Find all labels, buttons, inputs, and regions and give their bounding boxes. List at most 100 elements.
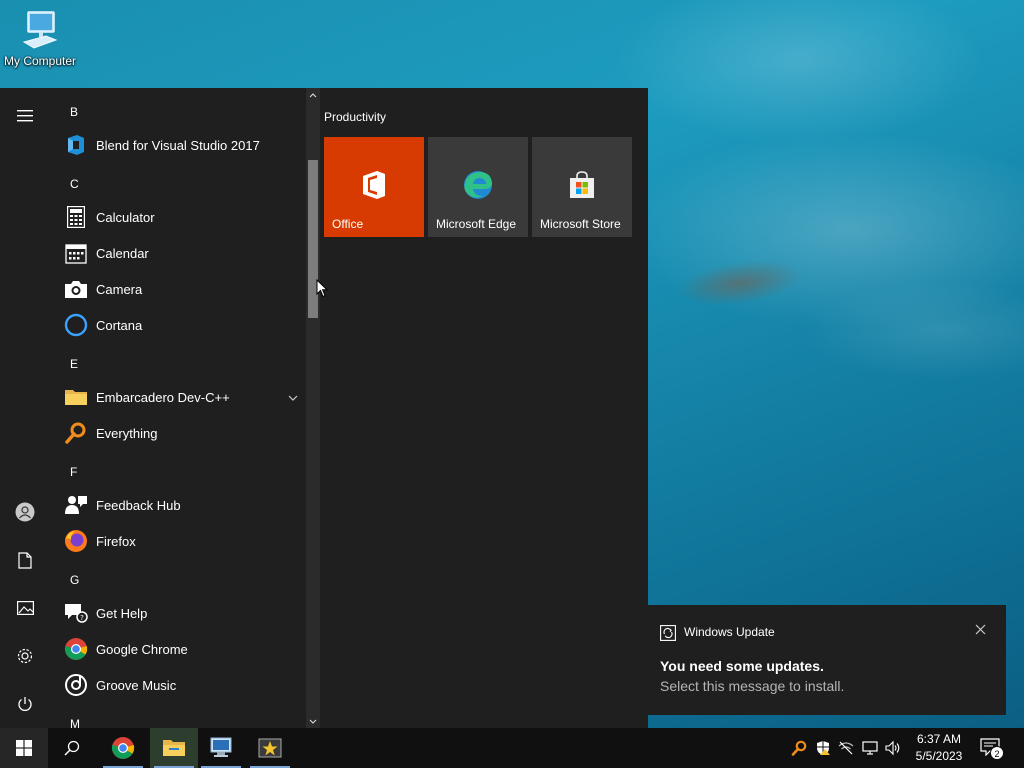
svg-text:?: ?	[80, 614, 84, 622]
notification-count-badge: 2	[990, 746, 1004, 760]
documents-icon[interactable]	[13, 548, 37, 572]
app-list[interactable]: B Blend for Visual Studio 2017 C Calcula…	[50, 88, 306, 728]
app-item-google-chrome[interactable]: Google Chrome	[64, 634, 304, 664]
star-app-icon	[258, 738, 282, 758]
tile-label: Office	[332, 217, 364, 231]
app-list-scrollbar[interactable]	[306, 88, 320, 728]
app-name: Calculator	[96, 209, 155, 225]
action-center-button[interactable]: 2	[980, 738, 1004, 760]
letter-header[interactable]: E	[70, 357, 78, 371]
calculator-icon	[64, 205, 88, 229]
monitor-icon	[22, 11, 58, 49]
settings-icon[interactable]	[13, 644, 37, 668]
app-item-feedback-hub[interactable]: Feedback Hub	[64, 490, 304, 520]
letter-header[interactable]: F	[70, 465, 77, 479]
taskbar-star-app-button[interactable]	[246, 728, 294, 768]
tile-label: Microsoft Edge	[436, 217, 517, 231]
hamburger-icon[interactable]	[13, 104, 37, 128]
app-name: Calendar	[96, 245, 149, 261]
app-name: Groove Music	[96, 677, 177, 693]
letter-header[interactable]: G	[70, 573, 79, 587]
toast-body: Select this message to install.	[660, 678, 845, 694]
blend-icon	[64, 133, 88, 157]
letter-header[interactable]: B	[70, 105, 78, 119]
cortana-icon	[64, 313, 88, 337]
app-item-cortana[interactable]: Cortana	[64, 310, 304, 340]
tile-microsoft-store[interactable]: Microsoft Store	[532, 137, 632, 237]
app-name: Blend for Visual Studio 2017	[96, 137, 260, 153]
feedback-icon	[64, 493, 88, 517]
network-disconnected-icon[interactable]	[838, 740, 854, 756]
file-explorer-icon	[163, 740, 185, 756]
pictures-icon[interactable]	[13, 596, 37, 620]
app-item-calendar[interactable]: Calendar	[64, 238, 304, 268]
start-menu: B Blend for Visual Studio 2017 C Calcula…	[0, 88, 648, 728]
app-item-groove-music[interactable]: Groove Music	[64, 670, 304, 700]
search-icon	[64, 740, 80, 756]
close-icon[interactable]	[975, 623, 986, 638]
user-icon[interactable]	[13, 500, 37, 524]
app-name: Everything	[96, 425, 158, 441]
taskbar-file-explorer-button[interactable]	[150, 728, 198, 768]
app-item-embarcadero[interactable]: Embarcadero Dev-C++	[64, 382, 304, 412]
app-item-blend[interactable]: Blend for Visual Studio 2017	[64, 130, 304, 160]
taskbar-search-button[interactable]	[48, 728, 96, 768]
taskbar-remote-desktop-button[interactable]	[197, 728, 245, 768]
scroll-up-arrow-icon[interactable]	[306, 88, 320, 102]
desktop-icon-my-computer[interactable]: My Computer	[2, 8, 78, 68]
app-name: Get Help	[96, 605, 148, 621]
start-icon	[16, 740, 32, 756]
mouse-cursor-icon	[316, 279, 328, 298]
tiles-area: Productivity Office Microsoft Edge Micro…	[320, 88, 648, 728]
app-name: Camera	[96, 281, 143, 297]
defender-icon[interactable]	[815, 740, 831, 756]
clock-date: 5/5/2023	[915, 749, 963, 763]
tile-office[interactable]: Office	[324, 137, 424, 237]
toast-app-name: Windows Update	[684, 625, 775, 639]
tile-group-title[interactable]: Productivity	[324, 110, 386, 124]
store-icon	[570, 171, 594, 198]
app-item-get-help[interactable]: ? Get Help	[64, 598, 304, 628]
everything-tray-icon[interactable]	[791, 740, 807, 756]
wallpaper-fish	[644, 225, 836, 341]
taskbar: 6:37 AM 5/5/2023 2	[0, 728, 1024, 768]
windows-update-icon	[660, 625, 676, 641]
display-icon[interactable]	[862, 740, 878, 756]
everything-search-icon	[64, 421, 88, 445]
letter-header[interactable]: M	[70, 717, 80, 728]
app-name: Feedback Hub	[96, 497, 181, 513]
windows-update-toast[interactable]: Windows Update You need some updates. Se…	[648, 605, 1006, 715]
tile-microsoft-edge[interactable]: Microsoft Edge	[428, 137, 528, 237]
app-name: Embarcadero Dev-C++	[96, 389, 230, 405]
camera-icon	[64, 277, 88, 301]
taskbar-chrome-button[interactable]	[99, 728, 147, 768]
app-name: Cortana	[96, 317, 143, 333]
chevron-down-icon[interactable]	[288, 390, 298, 404]
app-item-everything[interactable]: Everything	[64, 418, 304, 448]
app-name: Firefox	[96, 533, 136, 549]
remote-desktop-icon	[210, 737, 232, 757]
help-icon: ?	[64, 601, 88, 625]
app-item-calculator[interactable]: Calculator	[64, 202, 304, 232]
start-rail	[0, 88, 50, 728]
letter-header[interactable]: C	[70, 177, 79, 191]
taskbar-clock[interactable]: 6:37 AM 5/5/2023	[910, 731, 968, 765]
chrome-icon	[111, 737, 135, 759]
groove-icon	[64, 673, 88, 697]
folder-icon	[64, 385, 88, 409]
firefox-icon	[64, 529, 88, 553]
power-icon[interactable]	[13, 692, 37, 716]
clock-time: 6:37 AM	[916, 732, 962, 746]
start-button[interactable]	[0, 728, 48, 768]
tile-label: Microsoft Store	[540, 217, 621, 231]
app-item-camera[interactable]: Camera	[64, 274, 304, 304]
app-item-firefox[interactable]: Firefox	[64, 526, 304, 556]
calendar-icon	[64, 241, 88, 265]
volume-icon[interactable]	[885, 740, 901, 756]
toast-headline: You need some updates.	[660, 658, 824, 674]
office-icon	[363, 171, 385, 199]
scroll-down-arrow-icon[interactable]	[306, 714, 320, 728]
edge-icon	[464, 171, 492, 199]
app-name: Google Chrome	[96, 641, 188, 657]
chrome-icon	[64, 637, 88, 661]
